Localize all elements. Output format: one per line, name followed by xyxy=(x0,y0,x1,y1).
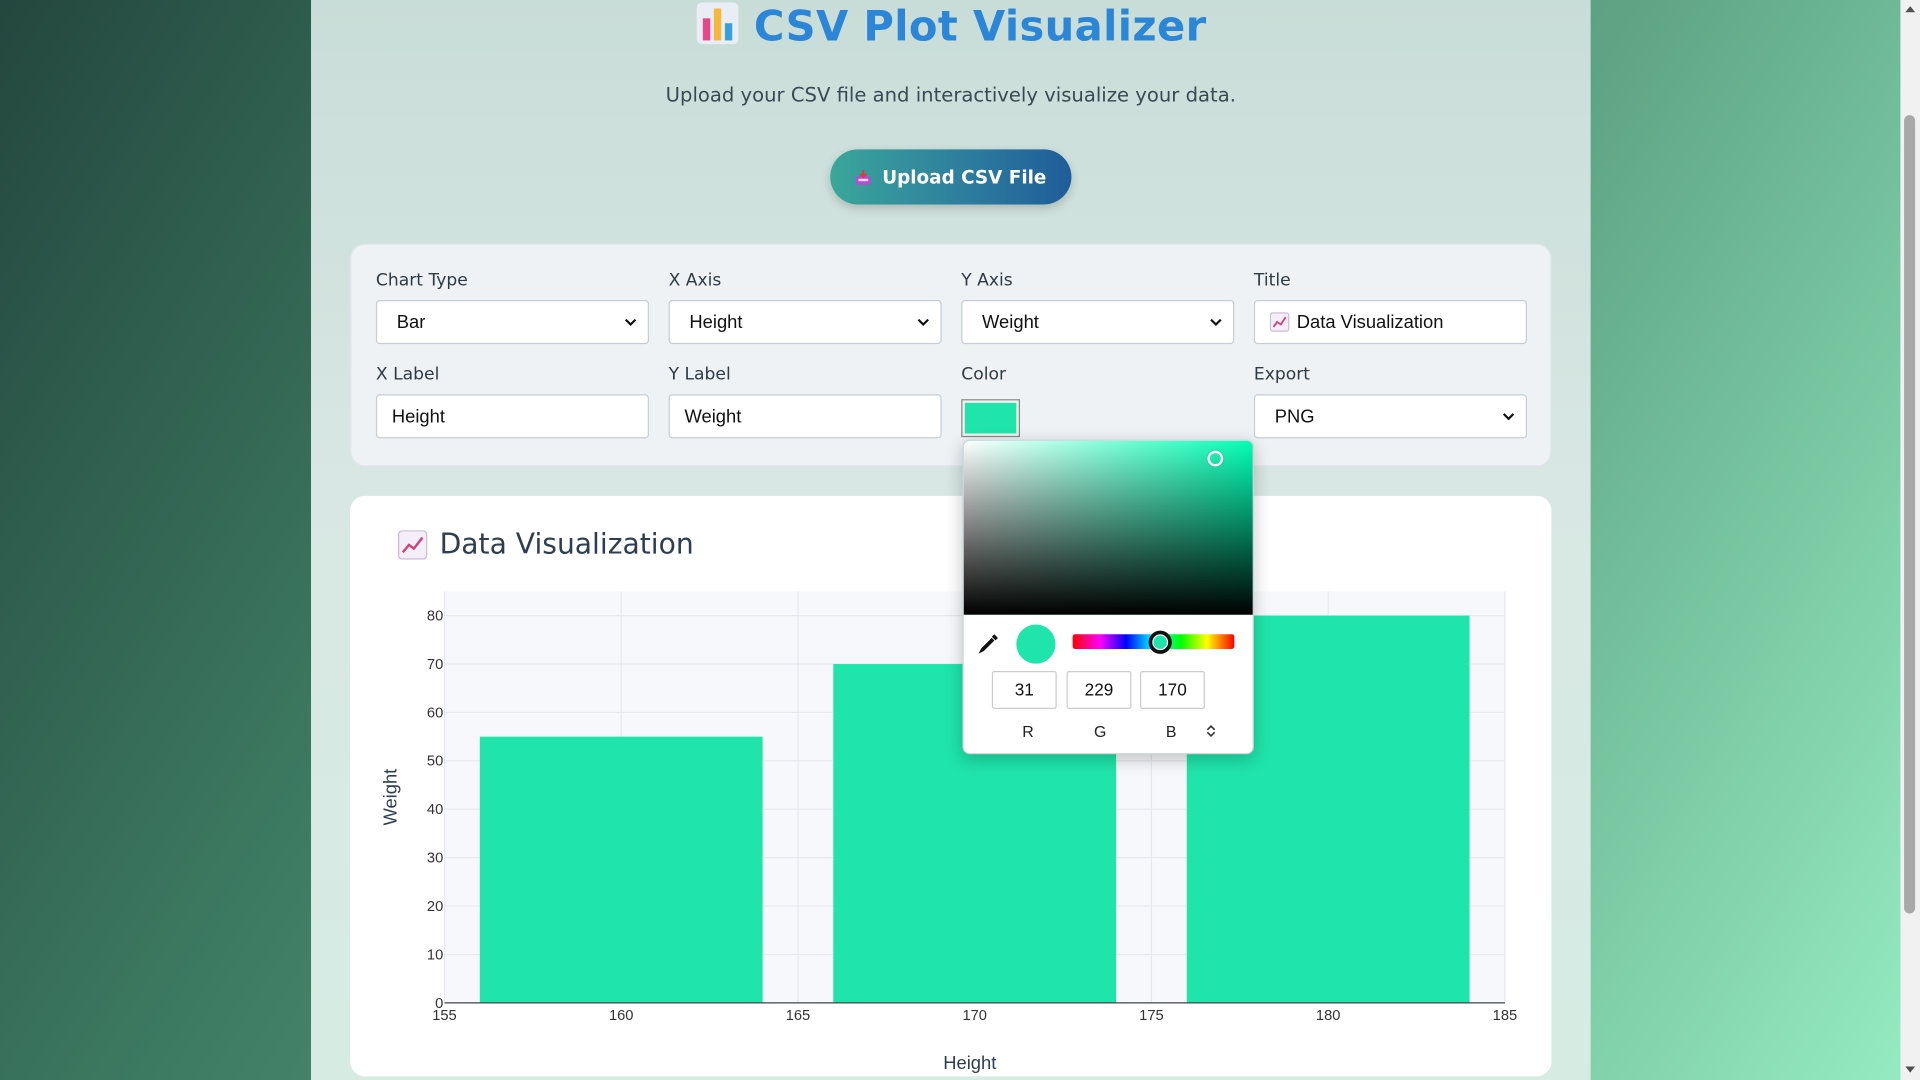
x-axis-select[interactable]: Height xyxy=(668,300,942,345)
x-tick-label: 170 xyxy=(962,1008,987,1024)
x-tick-label: 160 xyxy=(609,1008,634,1024)
blue-input[interactable]: 170 xyxy=(1140,671,1205,709)
saturation-handle[interactable] xyxy=(1207,450,1224,467)
color-preview xyxy=(1016,624,1056,664)
saturation-value-area[interactable] xyxy=(963,440,1253,615)
bar-chart-icon xyxy=(696,2,738,45)
x-label-value: Height xyxy=(391,405,445,427)
chevron-down-icon xyxy=(624,318,637,327)
title-label: Title xyxy=(1253,270,1291,291)
red-input[interactable]: 31 xyxy=(991,671,1057,709)
bar xyxy=(479,736,763,1003)
chevron-down-icon xyxy=(917,318,929,327)
chart-type-value: Bar xyxy=(396,311,426,333)
y-tick-label: 10 xyxy=(427,947,443,963)
chart-type-label: Chart Type xyxy=(375,270,468,291)
page-title: CSV Plot Visualizer xyxy=(311,0,1591,54)
format-toggle-icon[interactable] xyxy=(1206,724,1216,739)
page-subtitle: Upload your CSV file and interactively v… xyxy=(665,83,1236,107)
y-tick-label: 60 xyxy=(427,705,443,721)
y-label-input[interactable]: Weight xyxy=(668,394,942,439)
export-select[interactable]: PNG xyxy=(1253,394,1527,439)
color-picker-popup: 31 229 170 R G B xyxy=(962,439,1254,755)
color-label: Color xyxy=(961,364,1007,385)
controls-panel: Chart Type Bar X Axis Height Y Axis Weig… xyxy=(350,243,1552,467)
green-input[interactable]: 229 xyxy=(1066,671,1132,709)
y-tick-label: 40 xyxy=(427,802,443,818)
y-tick-label: 30 xyxy=(427,851,443,867)
x-axis-value: Height xyxy=(689,311,743,333)
export-label: Export xyxy=(1253,364,1311,385)
x-axis-title: Height xyxy=(943,1052,996,1073)
scrollbar-thumb[interactable] xyxy=(1904,115,1916,914)
chart-increasing-icon xyxy=(1269,312,1290,332)
export-value: PNG xyxy=(1274,405,1315,427)
y-axis-value: Weight xyxy=(982,311,1039,333)
title-input[interactable]: Data Visualization xyxy=(1253,300,1527,345)
x-label-input[interactable]: Height xyxy=(375,394,649,439)
hue-handle[interactable] xyxy=(1148,630,1172,654)
x-axis-label: X Axis xyxy=(668,270,722,291)
x-tick-label: 185 xyxy=(1493,1008,1518,1024)
page-scrollbar[interactable] xyxy=(1900,0,1920,1080)
y-axis-label: Y Axis xyxy=(961,270,1013,291)
x-tick-label: 175 xyxy=(1139,1008,1164,1024)
y-label-label: Y Label xyxy=(668,364,731,385)
color-swatch-fill xyxy=(964,402,1017,434)
title-value: Data Visualization xyxy=(1296,311,1444,333)
upload-csv-label: Upload CSV File xyxy=(882,165,1047,188)
chevron-down-icon xyxy=(1502,413,1515,421)
x-label-label: X Label xyxy=(375,364,440,385)
inbox-tray-icon xyxy=(856,169,872,185)
scroll-down-arrow-icon[interactable] xyxy=(1904,1065,1916,1075)
eyedropper-icon[interactable] xyxy=(978,632,1000,654)
chart-type-select[interactable]: Bar xyxy=(375,300,649,345)
chart-card: Data Visualization 155 160 165 170 175 180 185… xyxy=(350,495,1552,1077)
y-label-value: Weight xyxy=(684,405,742,427)
page-title-text: CSV Plot Visualizer xyxy=(753,2,1207,52)
bar-chart: 155 160 165 170 175 180 18501020304050607080He… xyxy=(380,591,1518,1073)
y-axis-title: Weight xyxy=(380,769,401,826)
y-tick-label: 70 xyxy=(427,657,443,673)
chevron-down-icon xyxy=(1210,318,1222,327)
green-label: G xyxy=(1094,722,1107,741)
blue-label: B xyxy=(1165,722,1177,741)
y-tick-label: 80 xyxy=(427,609,443,625)
x-tick-label: 165 xyxy=(786,1008,811,1024)
y-tick-label: 20 xyxy=(427,899,443,915)
red-label: R xyxy=(1022,722,1034,741)
color-swatch-input[interactable] xyxy=(961,399,1021,438)
y-axis-select[interactable]: Weight xyxy=(961,300,1235,345)
y-tick-label: 50 xyxy=(427,754,443,770)
x-tick-label: 180 xyxy=(1316,1008,1341,1024)
y-tick-label: 0 xyxy=(435,996,443,1012)
app-container: CSV Plot Visualizer Upload your CSV file… xyxy=(311,0,1591,1080)
scroll-up-arrow-icon[interactable] xyxy=(1904,4,1916,14)
upload-csv-button[interactable]: Upload CSV File xyxy=(830,149,1072,205)
